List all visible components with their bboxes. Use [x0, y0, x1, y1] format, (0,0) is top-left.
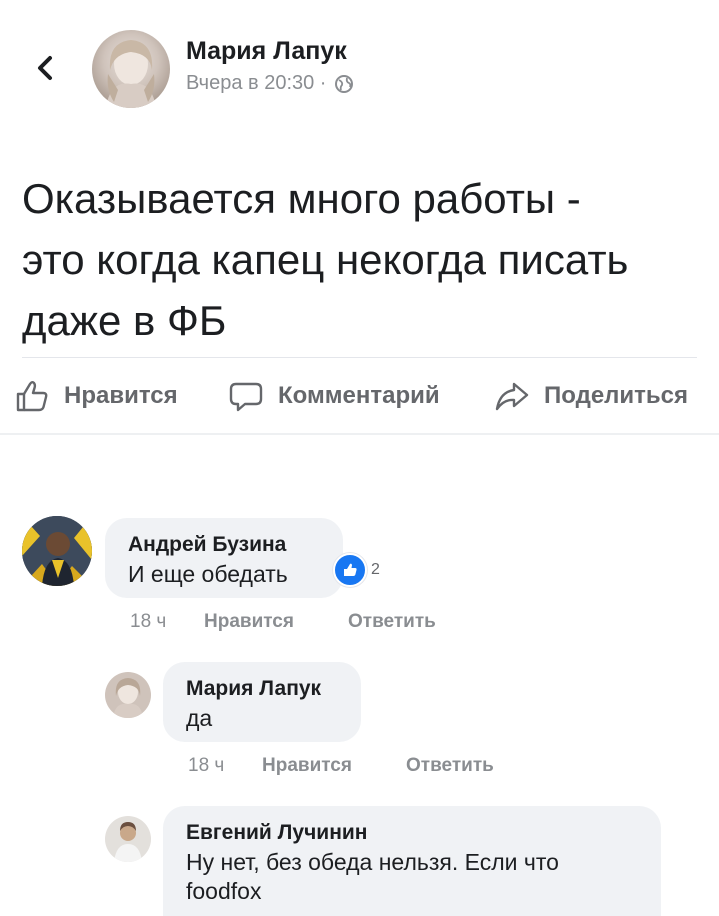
comment-reply-link[interactable]: Ответить	[348, 611, 436, 633]
like-reaction-icon	[333, 553, 367, 587]
commenter-avatar[interactable]	[22, 516, 92, 586]
comment-author[interactable]: Мария Лапук	[186, 677, 321, 701]
comment-text: да	[186, 705, 213, 731]
reaction-count: 2	[371, 561, 380, 578]
back-button[interactable]	[30, 52, 62, 84]
share-label: Поделиться	[544, 382, 689, 409]
share-button[interactable]: Поделиться	[494, 378, 688, 414]
avatar-image	[105, 816, 151, 862]
chevron-left-icon	[38, 56, 52, 80]
reply-avatar[interactable]	[105, 672, 151, 718]
reply-avatar[interactable]	[105, 816, 151, 862]
divider	[22, 357, 697, 358]
like-button[interactable]: Нравится	[14, 378, 178, 414]
comment-text-line: Ну нет, без обеда нельзя. Если что	[186, 849, 559, 875]
comment-like-link[interactable]: Нравится	[262, 755, 352, 777]
comment-time: 18 ч	[188, 755, 225, 776]
like-label: Нравится	[64, 382, 178, 409]
post-text-line: это когда капец некогда писать	[22, 236, 629, 283]
comment-author[interactable]: Евгений Лучинин	[186, 821, 367, 845]
comment-button[interactable]: Комментарий	[228, 378, 440, 414]
speech-bubble-icon	[229, 382, 263, 412]
comment-text: И еще обедать	[128, 561, 288, 587]
author-avatar[interactable]	[92, 30, 170, 108]
comment-author[interactable]: Андрей Бузина	[128, 533, 286, 557]
comment-reply-link[interactable]: Ответить	[406, 755, 494, 777]
avatar-image	[22, 516, 92, 586]
comment-like-link[interactable]: Нравится	[204, 611, 294, 633]
post-author-name[interactable]: Мария Лапук	[186, 37, 347, 66]
thumbs-up-icon	[16, 381, 48, 412]
globe-icon	[335, 74, 354, 93]
comment-time: 18 ч	[130, 611, 167, 632]
divider	[0, 433, 719, 435]
post-meta: Вчера в 20:30 ·	[186, 72, 354, 95]
post-actions-bar: Нравится Комментарий Поделиться	[0, 372, 719, 424]
post-timestamp: Вчера в 20:30 ·	[186, 72, 327, 94]
reaction-count-badge[interactable]: 2	[333, 553, 380, 587]
comment-label: Комментарий	[278, 382, 440, 409]
share-arrow-icon	[495, 382, 529, 411]
post-text-line: даже в ФБ	[22, 297, 227, 344]
comment-text-line: foodfox	[186, 878, 262, 904]
post-text-line: Оказывается много работы -	[22, 175, 581, 222]
avatar-image	[106, 40, 156, 108]
avatar-image	[105, 672, 151, 718]
post-body: Оказывается много работы - это когда кап…	[22, 168, 702, 351]
post-screen: Мария Лапук Вчера в 20:30 · Оказывается …	[0, 0, 719, 916]
